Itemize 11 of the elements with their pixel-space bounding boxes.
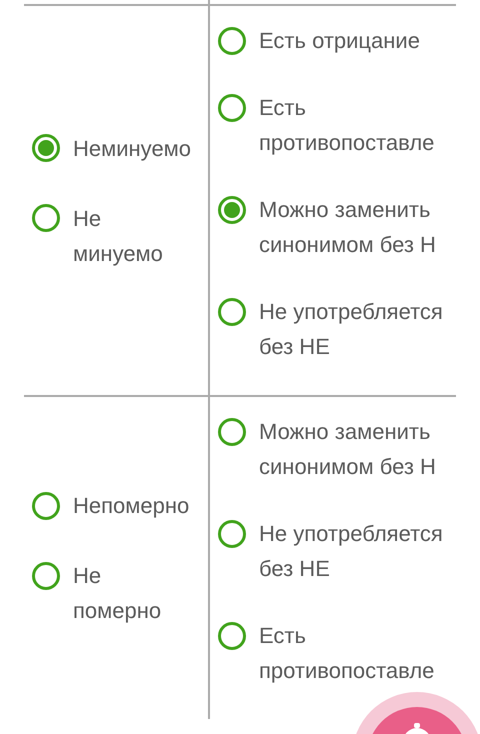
criterion-option-label[interactable]: Можно заменить синонимом без Н (259, 192, 456, 262)
word-option-label[interactable]: Не минуемо (73, 200, 191, 270)
criterion-option-label[interactable]: Не употребляется без НЕ (259, 294, 456, 364)
word-option-label[interactable]: Непомерно (73, 488, 190, 523)
word-option-label[interactable]: Неминуемо (73, 130, 191, 166)
criterion-option-label[interactable]: Есть противопоставле (259, 90, 456, 160)
criterion-option-label[interactable]: Есть противопоставле (259, 618, 456, 688)
criterion-option-label[interactable]: Не употребляется без НЕ (259, 516, 456, 586)
criterion-option-label[interactable]: Есть отрицание (259, 23, 420, 58)
word-option-label[interactable]: Не померно (73, 558, 191, 628)
criterion-option-label[interactable]: Можно заменить синонимом без Н (259, 414, 456, 484)
